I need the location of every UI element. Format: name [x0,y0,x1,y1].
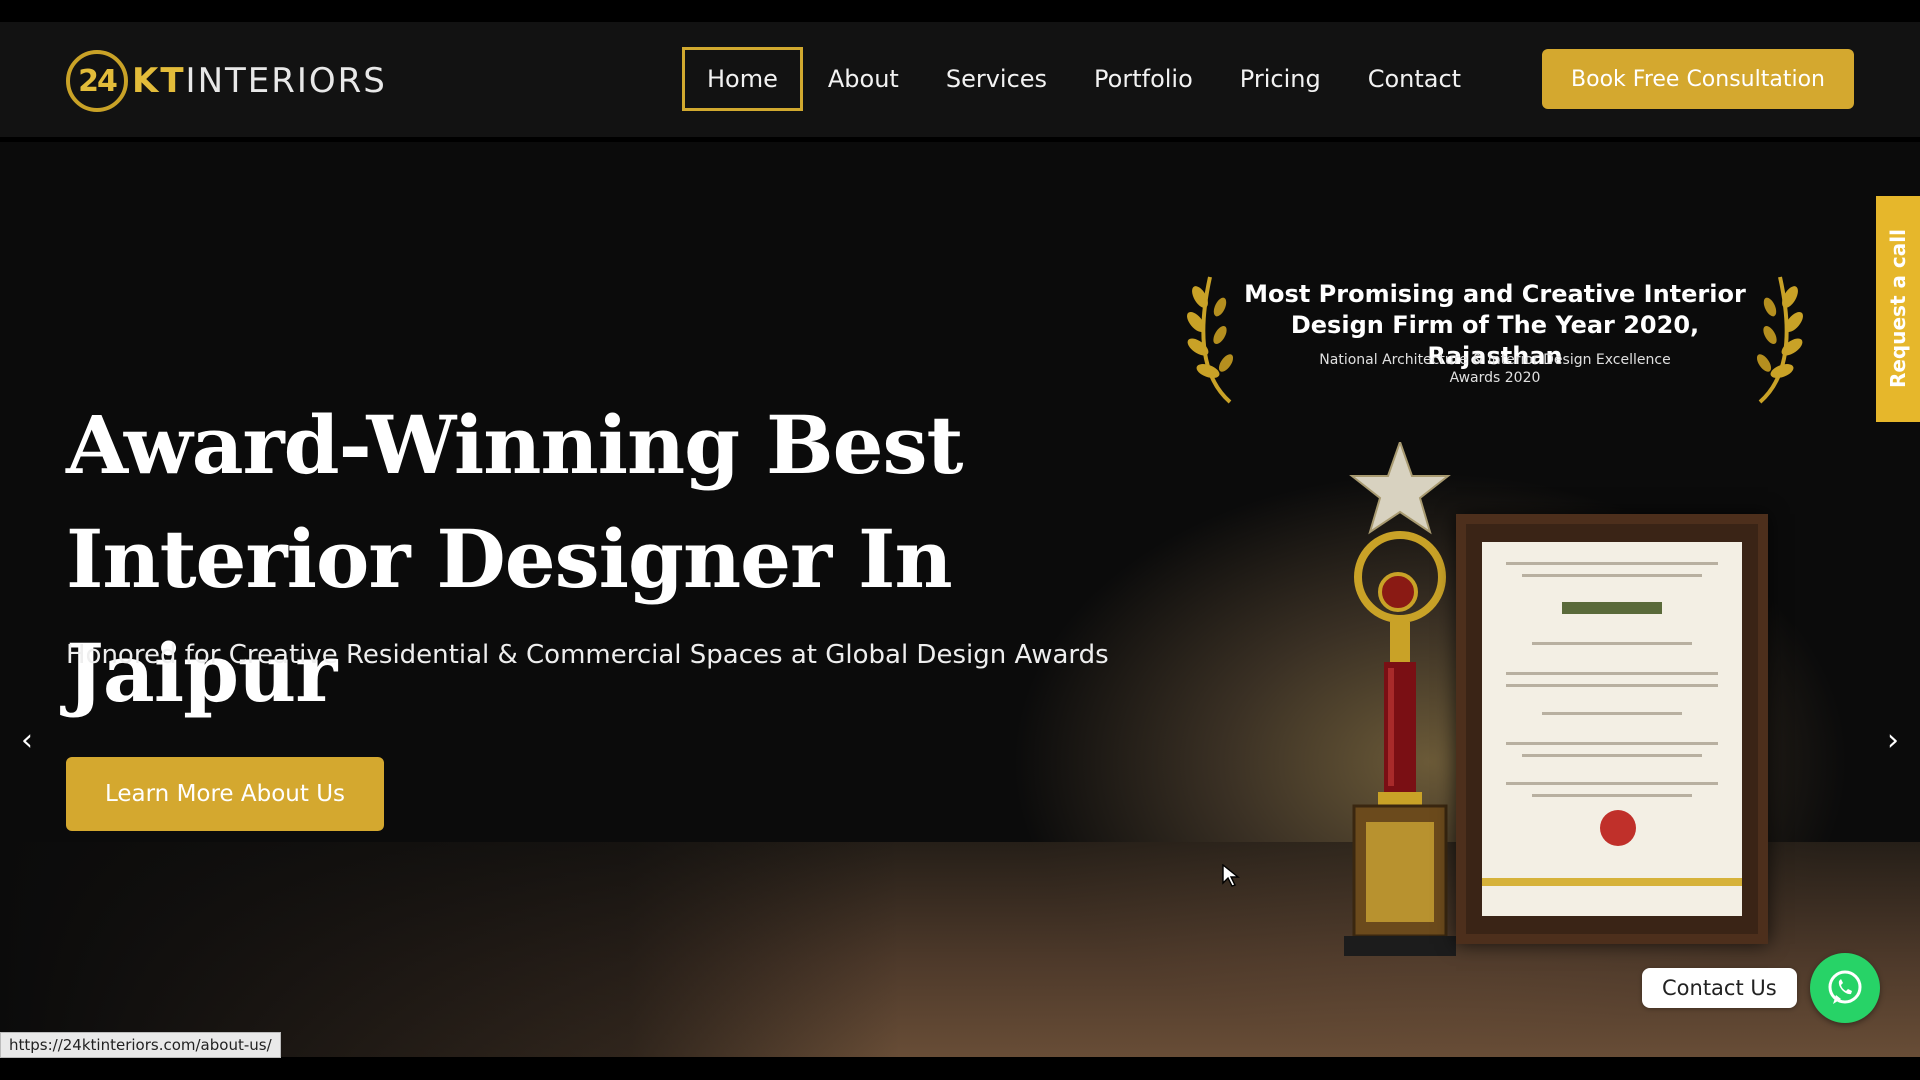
top-letterbox [0,0,1920,22]
award-subtitle-line-2: Awards 2020 [1449,370,1541,386]
award-subtitle-line-1: National Architecture & Interior Design … [1319,352,1671,368]
logo-kt: KT [132,61,186,101]
nav-home[interactable]: Home [682,47,803,111]
certificate-band [1482,878,1742,886]
hero-slider: Most Promising and Creative Interior Des… [0,142,1920,1057]
logo-interiors: INTERIORS [185,61,387,101]
main-nav: Home About Services Portfolio Pricing Co… [682,47,1486,111]
request-call-tab[interactable]: Request a call [1876,196,1920,422]
nav-pricing[interactable]: Pricing [1218,47,1343,111]
nav-contact[interactable]: Contact [1346,47,1483,111]
hero-title: Award-Winning Best Interior Designer In … [66,388,1166,730]
site-header: 24 KTINTERIORS Home About Services Portf… [0,22,1920,137]
book-consultation-button[interactable]: Book Free Consultation [1542,49,1854,109]
mouse-cursor-icon [1222,864,1240,887]
site-logo[interactable]: 24 KTINTERIORS [66,50,387,112]
award-title-line-1: Most Promising and Creative Interior [1244,280,1746,308]
hero-subtitle: Honored for Creative Residential & Comme… [66,640,1109,670]
learn-more-button[interactable]: Learn More About Us [66,757,384,831]
certificate [1482,542,1742,916]
trophy-image [1344,442,1456,956]
hero-title-line-2: Interior Designer In Jaipur [66,512,953,720]
award-subtitle: National Architecture & Interior Design … [1290,351,1700,387]
nav-services[interactable]: Services [924,47,1069,111]
certificate-seal [1600,810,1636,846]
certificate-frame [1456,514,1768,944]
whatsapp-button[interactable] [1810,953,1880,1023]
award-banner: Most Promising and Creative Interior Des… [1180,267,1810,407]
logo-wordmark: KTINTERIORS [132,61,387,101]
hero-title-line-1: Award-Winning Best [66,398,963,492]
slider-prev-icon[interactable]: ‹ [12,723,42,758]
contact-us-chip[interactable]: Contact Us [1642,968,1797,1008]
bottom-letterbox [0,1058,1920,1080]
logo-number: 24 [78,63,118,99]
nav-portfolio[interactable]: Portfolio [1072,47,1215,111]
slider-next-icon[interactable]: › [1878,723,1908,758]
nav-about[interactable]: About [806,47,921,111]
logo-badge: 24 [66,50,128,112]
whatsapp-icon [1828,970,1862,1004]
request-call-label: Request a call [1886,229,1910,389]
status-bar-url: https://24ktinteriors.com/about-us/ [0,1032,281,1058]
laurel-right-icon [1756,276,1803,404]
